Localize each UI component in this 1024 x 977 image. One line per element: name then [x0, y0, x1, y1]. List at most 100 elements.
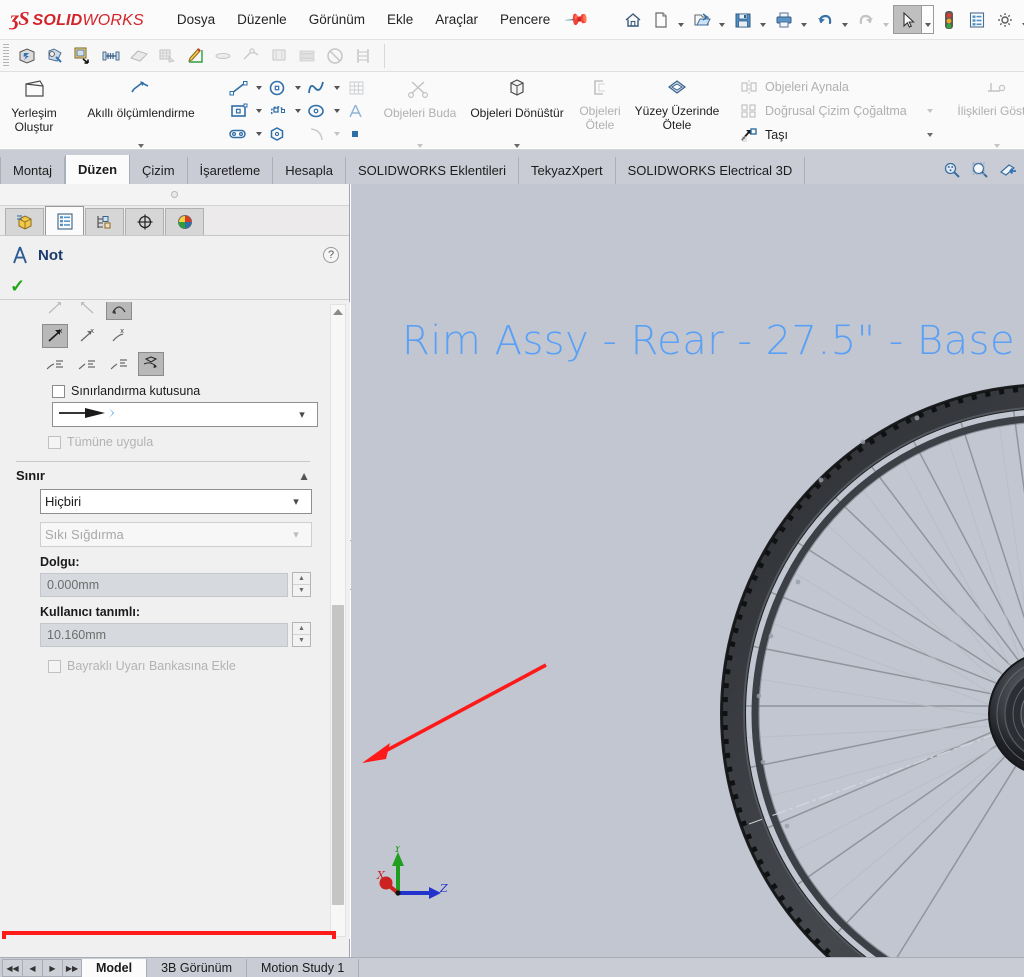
dim1-icon[interactable]: —	[209, 42, 237, 70]
gear-settings-icon[interactable]	[991, 6, 1018, 33]
arrow-style-combo[interactable]: ▾	[52, 402, 318, 427]
assembly-feature-icon[interactable]	[13, 42, 41, 70]
leader-straight-icon[interactable]	[74, 302, 100, 320]
tasi-button[interactable]: Taşı	[735, 123, 939, 147]
scroll-up-arrow-icon[interactable]	[331, 305, 345, 319]
graphics-viewport[interactable]: Rim Assy - Rear - 27.5" - Base Z Y X	[351, 184, 1024, 957]
configuration-manager-tab[interactable]	[85, 208, 124, 235]
dogrusal-cizim-cogaltma-button[interactable]: Doğrusal Çizim Çoğaltma	[735, 99, 939, 123]
slot-tool-dropdown-caret[interactable]	[291, 100, 304, 122]
text-align-center-icon[interactable]	[74, 352, 100, 376]
dim2-icon[interactable]	[237, 42, 265, 70]
border-section-collapse-chevron-up-icon[interactable]: ▲	[298, 469, 310, 483]
spring-icon[interactable]	[97, 42, 125, 70]
yuzey-uzerinde-otele-button[interactable]: Yüzey Üzerinde Ötele	[627, 72, 727, 149]
polygon-tool-icon[interactable]	[265, 123, 291, 145]
apply-all-checkbox[interactable]	[48, 435, 61, 449]
property-panel-scrollbar[interactable]	[330, 304, 346, 937]
padding-stepper[interactable]: ▲ ▼	[292, 572, 311, 597]
menu-ekle[interactable]: Ekle	[376, 7, 424, 32]
yerlesim-olustur-button[interactable]: Yerleşim Oluştur	[2, 72, 66, 149]
tasi-dropdown-caret[interactable]	[926, 132, 933, 137]
print-icon[interactable]	[770, 6, 797, 33]
user-defined-input[interactable]: 10.160mm	[40, 622, 288, 647]
leader-x-filled-icon[interactable]: x	[42, 324, 68, 348]
arc-tool-dropdown-caret[interactable]	[330, 123, 343, 145]
padding-stepper-up-icon[interactable]: ▲	[293, 573, 310, 584]
rectangle-tool-icon[interactable]	[226, 100, 252, 122]
save-dropdown-caret[interactable]	[757, 6, 769, 33]
line-tool-icon[interactable]	[226, 77, 252, 99]
open-folder-dropdown-caret[interactable]	[716, 6, 728, 33]
objeleri-buda-button[interactable]: Objeleri Buda	[379, 72, 461, 149]
last-tab-button[interactable]: ▶▶	[62, 959, 82, 977]
border-shape-chevron-down-icon[interactable]: ▾	[285, 495, 307, 508]
traffic-light-rebuild-icon[interactable]	[935, 6, 962, 33]
ellipse-tool-dropdown-caret[interactable]	[330, 100, 343, 122]
ellipse-tool-icon[interactable]	[304, 100, 330, 122]
menu-pencere[interactable]: Pencere	[489, 7, 561, 32]
no-entry-icon[interactable]	[321, 42, 349, 70]
text-align-right-icon[interactable]	[106, 352, 132, 376]
section-view-icon[interactable]	[996, 159, 1020, 181]
ladder-icon[interactable]	[349, 42, 377, 70]
tab-duzen[interactable]: Düzen	[65, 155, 131, 184]
menu-dosya[interactable]: Dosya	[166, 7, 226, 32]
belt-chain-icon[interactable]	[41, 42, 69, 70]
feature-tree-tab[interactable]	[5, 208, 44, 235]
border-fit-combo[interactable]: Sıkı Sığdırma ▾	[40, 522, 312, 547]
next-tab-button[interactable]: ▶	[42, 959, 62, 977]
display-manager-tab[interactable]	[165, 208, 204, 235]
menu-duzenle[interactable]: Düzenle	[226, 7, 298, 32]
panel-top-handle[interactable]	[0, 184, 349, 206]
dim3-icon[interactable]	[265, 42, 293, 70]
user-defined-stepper-down-icon[interactable]: ▼	[293, 634, 310, 646]
user-defined-stepper[interactable]: ▲ ▼	[292, 622, 311, 647]
text-align-left-icon[interactable]	[42, 352, 68, 376]
redo-dropdown-caret[interactable]	[880, 6, 892, 33]
open-folder-icon[interactable]	[688, 6, 715, 33]
akilli-olcumlendirme-button[interactable]: Akıllı ölçümlendirme	[66, 72, 216, 149]
tab-cizim[interactable]: Çizim	[130, 157, 188, 184]
help-icon[interactable]: ?	[323, 247, 339, 263]
redo-icon[interactable]	[852, 6, 879, 33]
border-shape-combo[interactable]: Hiçbiri ▾	[40, 489, 312, 514]
spline-tool-icon[interactable]	[304, 77, 330, 99]
circle-tool-icon[interactable]	[265, 77, 291, 99]
watermark-section-header[interactable]: Filigran ▲	[6, 935, 332, 939]
new-document-dropdown-caret[interactable]	[675, 6, 687, 33]
objeleri-donustur-button[interactable]: Objeleri Dönüŝtür	[461, 72, 573, 149]
gear-settings-dropdown-caret[interactable]	[1019, 6, 1024, 33]
exploded-view-icon[interactable]	[69, 42, 97, 70]
tab-isaretleme[interactable]: İşaretleme	[187, 157, 274, 184]
flagged-note-checkbox[interactable]	[48, 659, 61, 673]
objeleri-otele-button[interactable]: Objeleri Ötele	[573, 72, 627, 149]
route-line-icon[interactable]	[125, 42, 153, 70]
menu-gorunum[interactable]: Görünüm	[298, 7, 376, 32]
objeleri-aynala-button[interactable]: Objeleri Aynala	[735, 75, 939, 99]
prev-tab-button[interactable]: ◀	[22, 959, 42, 977]
dogrusal-cizim-cogaltma-dropdown-caret[interactable]	[926, 108, 933, 113]
print-dropdown-caret[interactable]	[798, 6, 810, 33]
undo-icon[interactable]	[811, 6, 838, 33]
tab-solidworks-electrical-3d[interactable]: SOLIDWORKS Electrical 3D	[615, 157, 806, 184]
point-tool-icon[interactable]	[343, 123, 369, 145]
rectangle-tool-dropdown-caret[interactable]	[252, 100, 265, 122]
leader-bent-icon[interactable]	[42, 302, 68, 320]
grid-tool-icon[interactable]	[343, 77, 369, 99]
tab-hesapla[interactable]: Hesapla	[273, 157, 346, 184]
fastener-icon[interactable]	[153, 42, 181, 70]
arc-tool-icon[interactable]	[304, 123, 330, 145]
akilli-olcumlendirme-dropdown-caret[interactable]	[138, 144, 144, 148]
straight-slot-icon[interactable]	[226, 123, 252, 145]
circle-tool-dropdown-caret[interactable]	[291, 77, 304, 99]
leader-arc-icon[interactable]	[106, 302, 132, 320]
leader-x-up-icon[interactable]: x	[106, 324, 132, 348]
arrow-style-chevron-down-icon[interactable]: ▾	[291, 408, 313, 421]
straight-slot-dropdown-caret[interactable]	[252, 123, 265, 145]
green-check-icon[interactable]: ✓	[10, 276, 25, 297]
bounding-box-checkbox[interactable]	[52, 384, 65, 398]
text-auto-icon[interactable]	[138, 352, 164, 376]
tab-tekyazxpert[interactable]: TekyazXpert	[519, 157, 616, 184]
padding-stepper-down-icon[interactable]: ▼	[293, 584, 310, 596]
